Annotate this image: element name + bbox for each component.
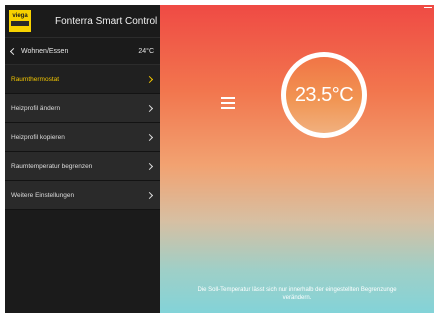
- set-temperature: 23.5°C: [294, 83, 354, 106]
- menu-item-label: Heizprofil ändern: [11, 104, 61, 112]
- menu-item-weitere-einstellungen[interactable]: Weitere Einstellungen: [5, 181, 160, 210]
- breadcrumb-label: Wohnen/Essen: [21, 47, 69, 55]
- chevron-right-icon: [145, 191, 154, 199]
- hamburger-menu-icon[interactable]: [221, 97, 235, 112]
- brand-header: viega Fonterra Smart Control: [5, 5, 160, 37]
- back-breadcrumb[interactable]: Wohnen/Essen 24°C: [5, 37, 160, 65]
- menu-item-heizprofil-kopieren[interactable]: Heizprofil kopieren: [5, 123, 160, 152]
- info-message: Die Soll-Temperatur lässt sich nur inner…: [160, 286, 434, 302]
- menu-item-heizprofil-aendern[interactable]: Heizprofil ändern: [5, 94, 160, 123]
- thermostat-panel: 23.5°C Die Soll-Temperatur lässt sich nu…: [160, 5, 434, 313]
- chevron-left-icon: [9, 47, 18, 55]
- app-frame: viega Fonterra Smart Control Wohnen/Esse…: [5, 5, 434, 313]
- sidebar: viega Fonterra Smart Control Wohnen/Esse…: [5, 5, 160, 313]
- menu-item-label: Raumthermostat: [11, 75, 60, 83]
- chevron-right-icon: [145, 104, 154, 112]
- temperature-dial[interactable]: 23.5°C: [281, 52, 367, 138]
- menu-item-label: Raumtemperatur begrenzen: [11, 162, 93, 170]
- menu-item-raumtemperatur-begrenzen[interactable]: Raumtemperatur begrenzen: [5, 152, 160, 181]
- menu-item-label: Heizprofil kopieren: [11, 133, 65, 141]
- top-right-mark: [424, 7, 432, 8]
- chevron-right-icon: [145, 162, 154, 170]
- chevron-right-icon: [145, 75, 154, 83]
- temperature-display: 23.5°C: [286, 57, 362, 133]
- info-line-1: Die Soll-Temperatur lässt sich nur inner…: [197, 287, 397, 293]
- menu-item-raumthermostat[interactable]: Raumthermostat: [5, 65, 160, 94]
- chevron-right-icon: [145, 133, 154, 141]
- logo-wordmark: viega: [12, 13, 28, 19]
- viega-logo: viega: [9, 10, 31, 32]
- info-line-2: verändern.: [282, 295, 312, 301]
- breadcrumb-temperature: 24°C: [138, 47, 154, 55]
- logo-bar: [11, 21, 29, 26]
- breadcrumb-left: Wohnen/Essen: [9, 47, 69, 55]
- menu-item-label: Weitere Einstellungen: [11, 191, 75, 199]
- app-title: Fonterra Smart Control: [55, 15, 158, 27]
